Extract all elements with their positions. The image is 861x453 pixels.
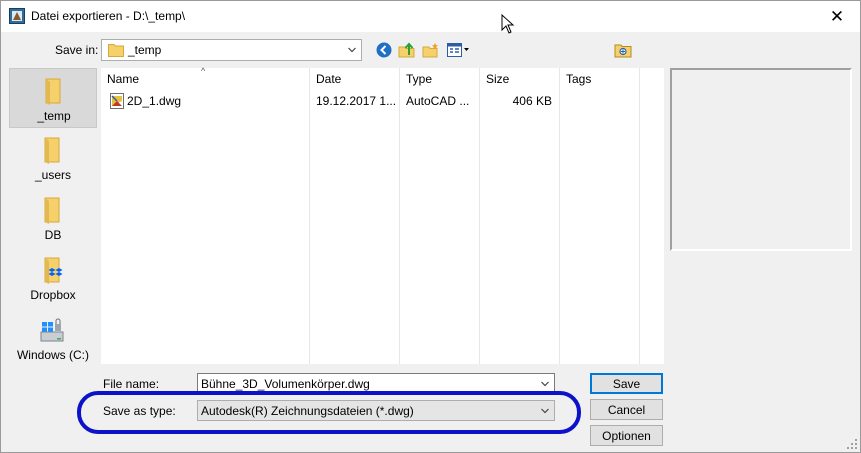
place-label: DB xyxy=(44,228,62,242)
place-label: _users xyxy=(34,168,72,182)
dropbox-folder-icon xyxy=(44,257,63,284)
folder-icon xyxy=(44,137,60,164)
place-item-db[interactable]: DB xyxy=(9,188,97,248)
mouse-cursor-icon xyxy=(501,14,515,34)
cancel-button[interactable]: Cancel xyxy=(590,399,663,420)
folder-icon xyxy=(45,78,61,105)
view-menu-icon xyxy=(447,43,469,57)
folder-icon xyxy=(44,197,60,224)
place-label: Dropbox xyxy=(30,288,76,302)
close-icon: ✕ xyxy=(829,6,845,26)
places-bar: _temp _users DB Dropbox Windows (C:) xyxy=(9,68,97,364)
save-in-dropdown[interactable]: _temp xyxy=(101,39,362,61)
place-item-windows-c[interactable]: Windows (C:) xyxy=(9,308,97,368)
column-header-date[interactable]: Date xyxy=(310,68,399,90)
save-in-label: Save in: xyxy=(55,43,99,57)
windows-drive-icon xyxy=(40,318,64,342)
view-menu-button[interactable] xyxy=(447,41,471,59)
window-title: Datei exportieren - D:\_temp\ xyxy=(31,9,186,23)
up-folder-button[interactable] xyxy=(398,41,416,59)
title-bar[interactable]: Datei exportieren - D:\_temp\ ✕ xyxy=(1,1,860,34)
chevron-down-icon xyxy=(541,381,549,387)
close-button[interactable]: ✕ xyxy=(814,1,860,32)
place-item-temp[interactable]: _temp xyxy=(9,68,97,128)
place-item-dropbox[interactable]: Dropbox xyxy=(9,248,97,308)
save-button[interactable]: Save xyxy=(590,373,663,394)
file-name-cell: 2D_1.dwg xyxy=(127,94,182,108)
place-label: Windows (C:) xyxy=(16,348,89,362)
find-file-icon xyxy=(614,44,632,58)
find-file-button[interactable] xyxy=(614,41,632,59)
folder-icon xyxy=(108,44,124,57)
export-dialog: Datei exportieren - D:\_temp\ ✕ Save in:… xyxy=(0,0,861,453)
column-divider[interactable] xyxy=(639,68,640,364)
back-button[interactable] xyxy=(375,41,393,59)
column-divider[interactable] xyxy=(309,68,310,364)
sort-ascending-icon: ^ xyxy=(201,66,206,76)
place-item-users[interactable]: _users xyxy=(9,128,97,188)
file-name-label: File name: xyxy=(103,377,160,391)
file-size-cell: 406 KB xyxy=(512,94,552,108)
back-icon xyxy=(376,42,392,58)
file-name-value: Bühne_3D_Volumenkörper.dwg xyxy=(201,377,370,391)
chevron-down-icon xyxy=(348,47,356,53)
up-folder-icon xyxy=(398,42,415,58)
save-in-value: _temp xyxy=(128,43,162,57)
resize-grip-icon[interactable] xyxy=(846,438,858,450)
dwg-file-icon xyxy=(110,93,124,109)
column-header-tags[interactable]: Tags xyxy=(560,68,639,90)
column-header-size[interactable]: Size xyxy=(480,68,559,90)
file-date-cell: 19.12.2017 1... xyxy=(316,94,397,108)
file-type-cell: AutoCAD ... xyxy=(406,94,470,108)
column-header-type[interactable]: Type xyxy=(400,68,479,90)
app-icon xyxy=(9,8,25,24)
column-divider[interactable] xyxy=(479,68,480,364)
place-label: _temp xyxy=(37,109,71,123)
file-list[interactable]: Name ^ Date Type Size Tags 2D_1.dwg 19.1… xyxy=(101,66,664,364)
preview-pane xyxy=(670,68,852,251)
options-button[interactable]: Optionen xyxy=(590,425,663,446)
column-divider[interactable] xyxy=(559,68,560,364)
column-header-name[interactable]: Name ^ xyxy=(101,66,309,90)
column-divider[interactable] xyxy=(399,68,400,364)
new-folder-button[interactable] xyxy=(422,41,440,59)
new-folder-icon xyxy=(422,43,438,58)
table-row[interactable]: 2D_1.dwg 19.12.2017 1... AutoCAD ... 406… xyxy=(101,90,664,112)
annotation-highlight-ellipse xyxy=(77,391,581,434)
